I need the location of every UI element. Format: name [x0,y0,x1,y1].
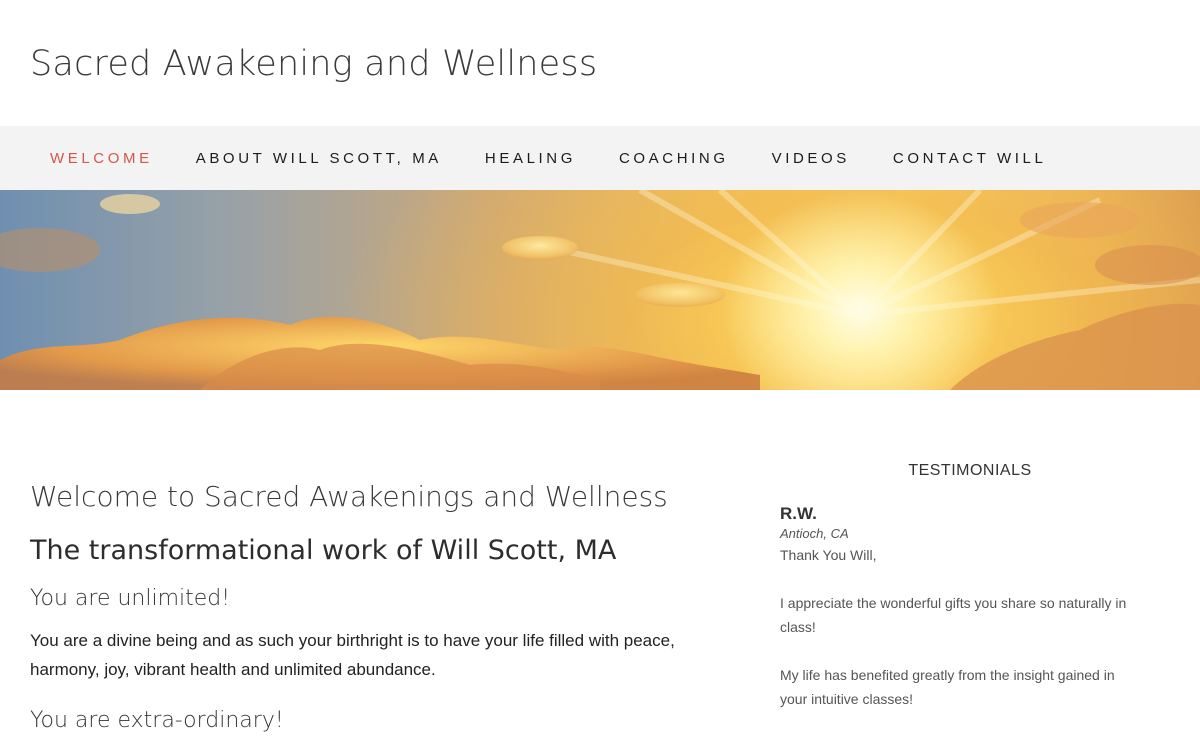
testimonial-location: Antioch, CA [780,526,849,541]
site-header: Sacred Awakening and Wellness [0,0,1200,126]
section-title-unlimited: You are unlimited! [30,586,231,611]
section-text-unlimited: You are a divine being and as such your … [30,631,675,679]
nav-item-videos[interactable]: VIDEOS [772,150,850,167]
nav-item-coaching[interactable]: COACHING [619,150,729,167]
sunrise-sky-illustration [0,190,1200,390]
testimonials-title: TESTIMONIALS [908,462,1032,479]
content-area: Welcome to Sacred Awakenings and Wellnes… [0,390,1200,736]
page-heading: Welcome to Sacred Awakenings and Wellnes… [30,480,668,513]
nav-item-contact[interactable]: CONTACT WILL [893,150,1047,167]
testimonial-paragraph: I appreciate the wonderful gifts you sha… [780,595,1127,635]
section-title-extraordinary: You are extra-ordinary! [30,708,284,733]
main-nav: WELCOME ABOUT WILL SCOTT, MA HEALING COA… [0,126,1200,190]
nav-item-about[interactable]: ABOUT WILL SCOTT, MA [196,150,442,167]
testimonial-author: R.W. [780,504,817,523]
nav-item-healing[interactable]: HEALING [485,150,576,167]
page-subheading: The transformational work of Will Scott,… [30,535,617,566]
testimonial-paragraph: My life has benefited greatly from the i… [780,667,1115,707]
main-content: Welcome to Sacred Awakenings and Wellnes… [0,480,740,736]
sidebar: TESTIMONIALS R.W. Antioch, CA Thank You … [780,462,1160,736]
nav-item-welcome[interactable]: WELCOME [50,150,153,167]
site-title[interactable]: Sacred Awakening and Wellness [30,44,597,84]
hero-banner-image [0,190,1200,390]
testimonial-paragraph: Thank You Will, [780,547,877,563]
